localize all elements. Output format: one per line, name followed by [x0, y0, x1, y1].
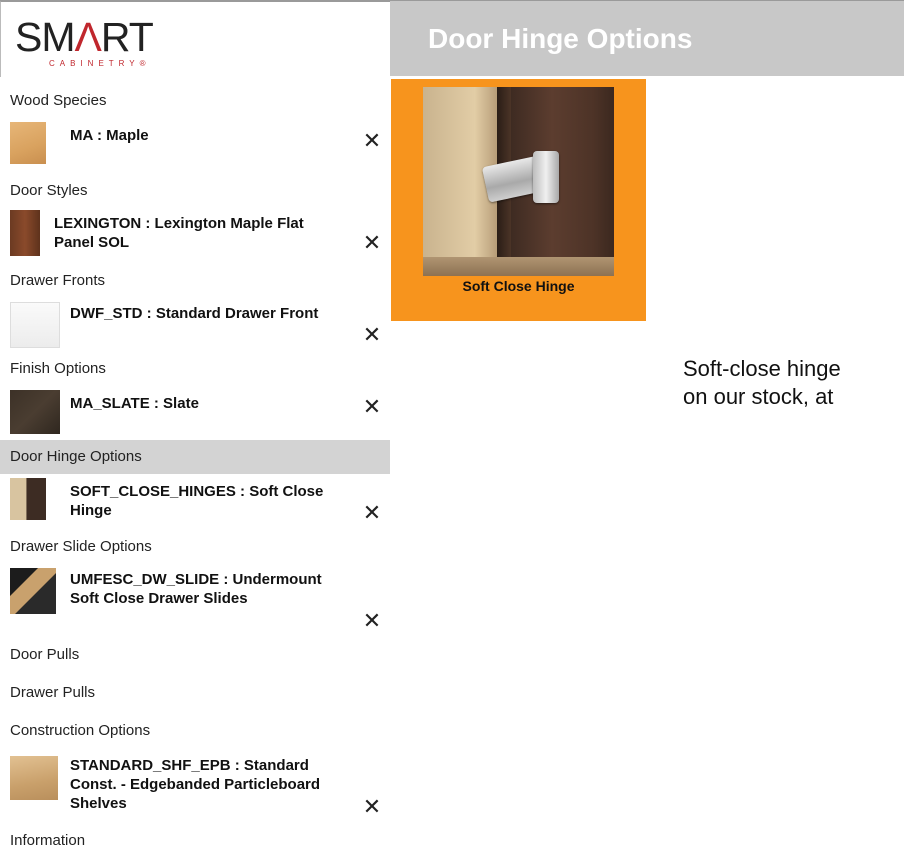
logo-wordmark: SMΛRT — [15, 14, 154, 60]
selection-finish-options: MA_SLATE : Slate ✕ — [0, 386, 390, 434]
option-description: Soft-close hinge on our stock, at — [683, 355, 904, 411]
sidebar-category-door-pulls[interactable]: Door Pulls — [0, 638, 390, 672]
selection-wood-species: MA : Maple ✕ — [0, 116, 390, 166]
remove-icon[interactable]: ✕ — [362, 128, 382, 154]
drawer-front-thumbnail — [10, 302, 60, 348]
sidebar-category-door-hinge-options[interactable]: Door Hinge Options — [0, 440, 390, 474]
remove-icon[interactable]: ✕ — [362, 322, 382, 348]
remove-icon[interactable]: ✕ — [362, 794, 382, 820]
sidebar-category-information[interactable]: Information — [0, 824, 390, 858]
drawer-slide-thumbnail — [10, 568, 56, 614]
selection-label: SOFT_CLOSE_HINGES : Soft Close Hinge — [70, 483, 324, 519]
cabinet-floor — [423, 257, 614, 276]
selection-label: DWF_STD : Standard Drawer Front — [70, 305, 319, 322]
shelf-thumbnail — [10, 756, 58, 800]
sidebar-category-wood-species[interactable]: Wood Species — [0, 84, 390, 118]
sidebar-category-construction-options[interactable]: Construction Options — [0, 714, 390, 748]
logo-subtitle: CABINETRY® — [49, 59, 151, 68]
remove-icon[interactable]: ✕ — [362, 608, 382, 634]
selection-door-styles: LEXINGTON : Lexington Maple Flat Panel S… — [0, 208, 390, 264]
logo[interactable]: SMΛRT CABINETRY® — [0, 1, 390, 77]
selection-drawer-fronts: DWF_STD : Standard Drawer Front ✕ — [0, 298, 390, 354]
remove-icon[interactable]: ✕ — [362, 230, 382, 256]
page-title: Door Hinge Options — [428, 23, 693, 54]
description-line: Soft-close hinge — [683, 356, 841, 381]
selection-label: MA : Maple — [70, 127, 149, 144]
selection-label: MA_SLATE : Slate — [70, 395, 199, 412]
sidebar-category-finish-options[interactable]: Finish Options — [0, 352, 390, 386]
selection-label: LEXINGTON : Lexington Maple Flat Panel S… — [54, 215, 304, 251]
header-bar: SMΛRT CABINETRY® Door Hinge Options — [0, 0, 904, 77]
selection-door-hinge-options: SOFT_CLOSE_HINGES : Soft Close Hinge ✕ — [0, 476, 390, 532]
selection-construction-options: STANDARD_SHF_EPB : Standard Const. - Edg… — [0, 752, 390, 822]
maple-swatch-thumbnail — [10, 122, 46, 164]
option-card-soft-close-hinge[interactable]: Soft Close Hinge — [391, 79, 646, 321]
description-line: on our stock, at — [683, 384, 834, 409]
sidebar-category-drawer-pulls[interactable]: Drawer Pulls — [0, 676, 390, 710]
selection-label: UMFESC_DW_SLIDE : Undermount Soft Close … — [70, 571, 322, 607]
sidebar-category-drawer-slide-options[interactable]: Drawer Slide Options — [0, 530, 390, 564]
selection-drawer-slide-options: UMFESC_DW_SLIDE : Undermount Soft Close … — [0, 566, 390, 636]
hinge-plate — [533, 151, 559, 203]
hinge-thumbnail — [10, 478, 46, 520]
slate-swatch-thumbnail — [10, 390, 60, 434]
sidebar-category-door-styles[interactable]: Door Styles — [0, 174, 390, 208]
soft-close-hinge-image — [423, 87, 614, 276]
sidebar-category-drawer-fronts[interactable]: Drawer Fronts — [0, 264, 390, 298]
remove-icon[interactable]: ✕ — [362, 394, 382, 420]
option-card-label: Soft Close Hinge — [462, 278, 575, 294]
selection-label: STANDARD_SHF_EPB : Standard Const. - Edg… — [70, 757, 321, 812]
sidebar: Wood Species MA : Maple ✕ Door Styles LE… — [0, 76, 390, 849]
remove-icon[interactable]: ✕ — [362, 500, 382, 526]
lexington-door-thumbnail — [10, 210, 40, 256]
